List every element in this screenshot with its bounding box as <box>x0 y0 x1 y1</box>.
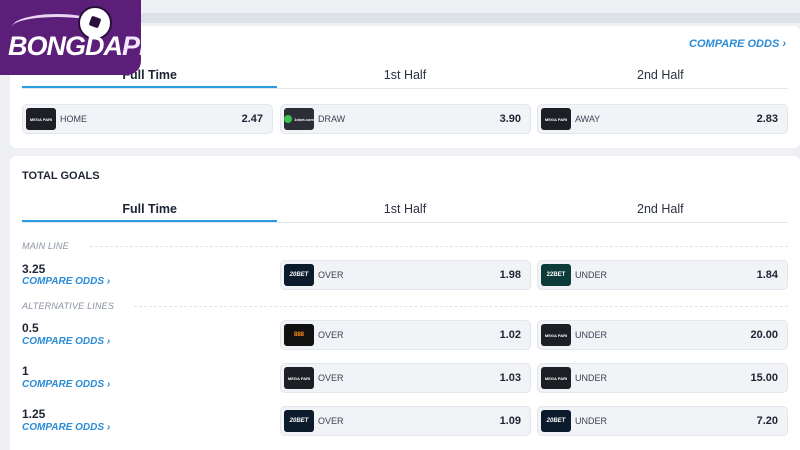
odds-value: 3.90 <box>499 113 521 125</box>
bookmaker-logo: MEGA PARI <box>541 108 571 130</box>
odds-under[interactable]: MEGA PARI UNDER 15.00 <box>537 363 788 393</box>
odds-label: AWAY <box>575 114 601 124</box>
total-goals-tabs: Full Time 1st Half 2nd Half <box>22 197 788 223</box>
divider <box>134 306 788 307</box>
odds-under[interactable]: 22BET UNDER 1.84 <box>537 260 788 290</box>
tab-2nd-half[interactable]: 2nd Half <box>533 63 788 89</box>
odds-label: OVER <box>318 330 344 340</box>
odds-label: UNDER <box>575 416 608 426</box>
odds-value: 1.84 <box>756 269 778 281</box>
line-value: 3.25 <box>22 262 46 276</box>
odds-label: OVER <box>318 373 344 383</box>
line-compare-link[interactable]: COMPARE ODDS › <box>22 422 110 433</box>
odds-over[interactable]: 20BET OVER 1.09 <box>280 406 531 436</box>
tab-full-time[interactable]: Full Time <box>22 197 278 223</box>
odds-away[interactable]: MEGA PARI AWAY 2.83 <box>537 104 788 134</box>
odds-under[interactable]: 20BET UNDER 7.20 <box>537 406 788 436</box>
tab-1st-half[interactable]: 1st Half <box>277 197 532 223</box>
top-strip <box>140 13 800 23</box>
odds-label: UNDER <box>575 330 608 340</box>
alternative-lines-label: ALTERNATIVE LINES <box>22 301 115 311</box>
tab-1st-half[interactable]: 1st Half <box>277 63 532 89</box>
odds-label: UNDER <box>575 270 608 280</box>
odds-over[interactable]: 888 OVER 1.02 <box>280 320 531 350</box>
odds-value: 1.03 <box>499 372 521 384</box>
main-line-label: MAIN LINE <box>22 241 69 251</box>
odds-label: HOME <box>60 114 87 124</box>
odds-value: 20.00 <box>750 329 778 341</box>
odds-under[interactable]: MEGA PARI UNDER 20.00 <box>537 320 788 350</box>
odds-draw[interactable]: 1xbet.com DRAW 3.90 <box>280 104 531 134</box>
section-title: TOTAL GOALS <box>22 170 100 182</box>
total-goals-card: TOTAL GOALS Full Time 1st Half 2nd Half … <box>10 156 800 450</box>
odds-label: OVER <box>318 270 344 280</box>
bookmaker-logo: MEGA PARI <box>26 108 56 130</box>
odds-over[interactable]: MEGA PARI OVER 1.03 <box>280 363 531 393</box>
compare-odds-link[interactable]: COMPARE ODDS › <box>689 38 786 50</box>
divider <box>90 246 788 247</box>
bookmaker-logo: 20BET <box>541 410 571 432</box>
odds-value: 1.98 <box>499 269 521 281</box>
bookmaker-logo: 1xbet.com <box>284 108 314 130</box>
tabs-divider <box>22 88 788 89</box>
bookmaker-logo: 20BET <box>284 410 314 432</box>
odds-home[interactable]: MEGA PARI HOME 2.47 <box>22 104 273 134</box>
bookmaker-logo: MEGA PARI <box>284 367 314 389</box>
bookmaker-logo: 888 <box>284 324 314 346</box>
odds-value: 7.20 <box>756 415 778 427</box>
line-compare-link[interactable]: COMPARE ODDS › <box>22 379 110 390</box>
line-compare-link[interactable]: COMPARE ODDS › <box>22 276 110 287</box>
line-compare-link[interactable]: COMPARE ODDS › <box>22 336 110 347</box>
odds-value: 2.83 <box>756 113 778 125</box>
odds-over[interactable]: 20BET OVER 1.98 <box>280 260 531 290</box>
line-value: 1 <box>22 364 29 378</box>
odds-label: DRAW <box>318 114 346 124</box>
1xbet-dot-icon <box>284 115 293 123</box>
bookmaker-logo: MEGA PARI <box>541 324 571 346</box>
tabs-divider <box>22 222 788 223</box>
bookmaker-logo: MEGA PARI <box>541 367 571 389</box>
odds-value: 1.02 <box>499 329 521 341</box>
odds-label: UNDER <box>575 373 608 383</box>
line-value: 0.5 <box>22 321 39 335</box>
line-value: 1.25 <box>22 407 46 421</box>
odds-value: 15.00 <box>750 372 778 384</box>
tab-2nd-half[interactable]: 2nd Half <box>533 197 788 223</box>
odds-label: OVER <box>318 416 344 426</box>
logo-text: BONGDAPI <box>8 31 141 61</box>
site-logo[interactable]: BONGDAPI <box>0 0 141 75</box>
odds-value: 1.09 <box>499 415 521 427</box>
bookmaker-logo: 22BET <box>541 264 571 286</box>
odds-value: 2.47 <box>241 113 263 125</box>
bookmaker-logo: 20BET <box>284 264 314 286</box>
